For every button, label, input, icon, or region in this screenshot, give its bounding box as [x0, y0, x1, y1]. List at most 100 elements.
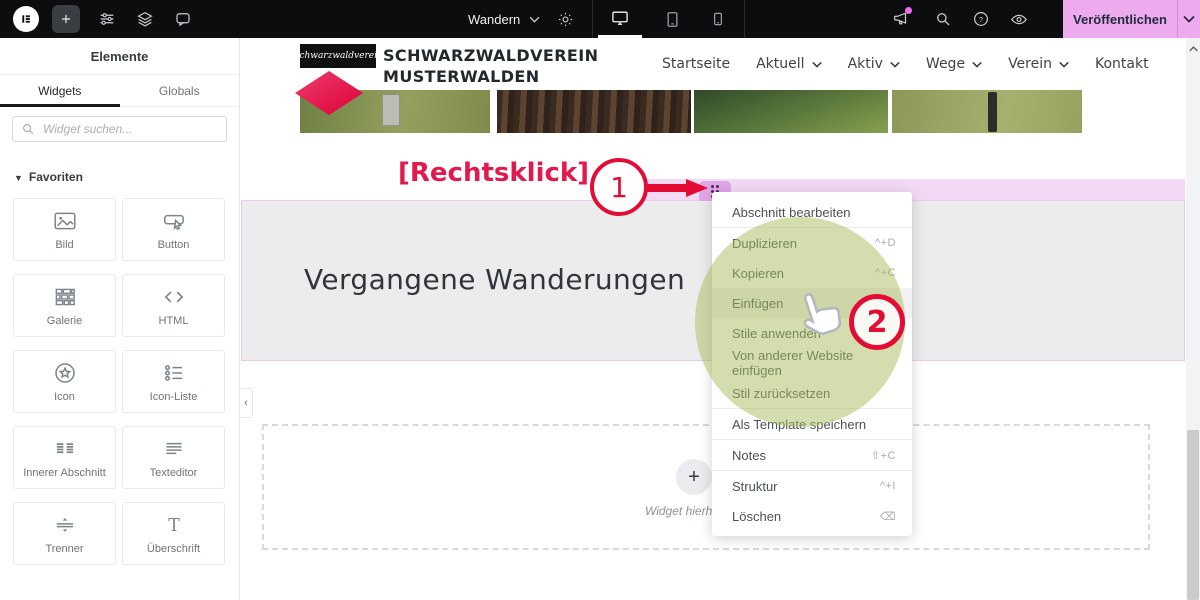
elements-panel: Elemente Widgets Globals ▼Favoriten Bild	[0, 38, 240, 600]
scroll-up-button[interactable]	[1186, 42, 1200, 56]
site-title-line1: SCHWARZWALDVEREIN	[383, 45, 598, 66]
widget-search	[12, 116, 227, 142]
preview-button[interactable]	[1010, 10, 1028, 28]
menu-item-loeschen[interactable]: Löschen⌫	[712, 501, 912, 531]
menu-item-struktur[interactable]: Struktur^+I	[712, 471, 912, 501]
plus-icon	[59, 12, 73, 26]
star-circle-icon	[52, 360, 78, 386]
widget-card-texteditor[interactable]: Texteditor	[122, 426, 225, 489]
site-title: SCHWARZWALDVEREIN MUSTERWALDEN	[383, 45, 598, 87]
svg-text:T: T	[168, 516, 180, 536]
chevron-down-icon	[890, 61, 900, 68]
heading-icon: T	[161, 512, 187, 538]
annotation-step2-badge: 2	[849, 294, 905, 350]
topbar-divider	[592, 0, 593, 38]
device-desktop-button[interactable]	[598, 0, 642, 38]
widget-search-input[interactable]	[12, 116, 227, 142]
publish-options-button[interactable]	[1177, 0, 1200, 38]
divider-icon	[52, 512, 78, 538]
device-mobile-button[interactable]	[696, 0, 740, 38]
nav-startseite[interactable]: Startseite	[662, 56, 730, 72]
annotation-step1-badge: 1	[590, 158, 648, 216]
notes-button[interactable]	[174, 10, 192, 28]
canvas-scrollbar[interactable]	[1186, 38, 1200, 600]
topbar: Wandern	[0, 0, 1200, 38]
mobile-icon	[709, 10, 727, 28]
eye-icon	[1010, 10, 1028, 29]
whats-new-button[interactable]	[892, 9, 910, 27]
hero-image-hiking-path	[892, 90, 1082, 133]
device-tablet-button[interactable]	[650, 0, 694, 38]
notification-dot	[905, 7, 912, 14]
widget-card-button[interactable]: Button	[122, 198, 225, 261]
search-icon	[21, 122, 35, 136]
section-heading: Vergangene Wanderungen	[304, 263, 685, 296]
add-widget-button[interactable]: +	[676, 459, 712, 495]
publish-button[interactable]: Veröffentlichen	[1063, 0, 1177, 38]
panel-title: Elemente	[0, 38, 239, 75]
structure-button[interactable]	[136, 10, 154, 28]
widget-card-innerer-abschnitt[interactable]: Innerer Abschnitt	[13, 426, 116, 489]
widget-card-icon[interactable]: Icon	[13, 350, 116, 413]
annotation-rightclick-label: [Rechtsklick]	[398, 158, 589, 188]
tablet-icon	[663, 10, 682, 29]
menu-item-notes[interactable]: Notes⇧+C	[712, 440, 912, 470]
search-icon	[934, 10, 952, 28]
widget-card-icon-liste[interactable]: Icon-Liste	[122, 350, 225, 413]
nav-kontakt[interactable]: Kontakt	[1095, 56, 1149, 72]
desktop-icon	[610, 8, 630, 28]
site-navigation: Startseite Aktuell Aktiv Wege Verein Kon…	[662, 38, 1149, 90]
nav-aktuell[interactable]: Aktuell	[756, 56, 821, 72]
elementor-logo-icon[interactable]	[13, 6, 39, 32]
sliders-icon	[98, 10, 116, 28]
site-settings-button[interactable]	[98, 10, 116, 28]
add-element-button[interactable]	[52, 5, 80, 33]
site-logo-diamond	[294, 70, 364, 116]
svg-text:?: ?	[979, 15, 983, 24]
hero-image-tree-bark	[497, 90, 691, 133]
icon-list-icon	[161, 360, 187, 386]
elementor-editor: Wandern	[0, 0, 1200, 600]
nav-wege[interactable]: Wege	[926, 56, 982, 72]
panel-collapse-button[interactable]: ‹	[240, 388, 253, 418]
finder-search-button[interactable]	[934, 10, 952, 28]
site-title-line2: MUSTERWALDEN	[383, 66, 598, 87]
panel-tabs: Widgets Globals	[0, 75, 239, 107]
document-settings-button[interactable]	[556, 10, 574, 28]
site-logo-badge: Schwarzwaldverein	[300, 44, 376, 68]
image-icon	[52, 208, 78, 234]
nav-aktiv[interactable]: Aktiv	[848, 56, 900, 72]
help-button[interactable]: ?	[972, 10, 990, 28]
chevron-down-icon	[529, 16, 540, 23]
widget-card-galerie[interactable]: Galerie	[13, 274, 116, 337]
widget-card-html[interactable]: HTML	[122, 274, 225, 337]
widget-card-trenner[interactable]: Trenner	[13, 502, 116, 565]
widget-grid: Bild Button Galerie HTML	[13, 198, 225, 565]
gallery-icon	[52, 284, 78, 310]
gear-icon	[557, 11, 574, 28]
scrollbar-thumb[interactable]	[1187, 430, 1199, 600]
elementor-logo-glyph	[18, 11, 34, 27]
inner-section-icon	[52, 436, 78, 462]
chevron-down-icon	[812, 61, 822, 68]
chevron-down-icon	[1059, 61, 1069, 68]
widget-card-ueberschrift[interactable]: T Überschrift	[122, 502, 225, 565]
comment-icon	[174, 10, 192, 28]
code-icon	[161, 284, 187, 310]
caret-down-icon: ▼	[14, 173, 23, 183]
help-icon: ?	[972, 10, 990, 28]
favorites-group-toggle[interactable]: ▼Favoriten	[14, 170, 83, 184]
nav-verein[interactable]: Verein	[1008, 56, 1069, 72]
topbar-divider	[744, 0, 745, 38]
button-widget-icon	[161, 208, 187, 234]
document-name: Wandern	[468, 12, 520, 27]
tab-widgets[interactable]: Widgets	[0, 75, 120, 106]
layers-icon	[136, 10, 154, 28]
tab-globals[interactable]: Globals	[120, 75, 240, 106]
text-editor-icon	[161, 436, 187, 462]
widget-card-bild[interactable]: Bild	[13, 198, 116, 261]
document-switcher[interactable]: Wandern	[468, 0, 540, 38]
annotation-arrow-icon	[646, 176, 708, 200]
chevron-up-icon	[1189, 46, 1198, 52]
chevron-down-icon	[972, 61, 982, 68]
